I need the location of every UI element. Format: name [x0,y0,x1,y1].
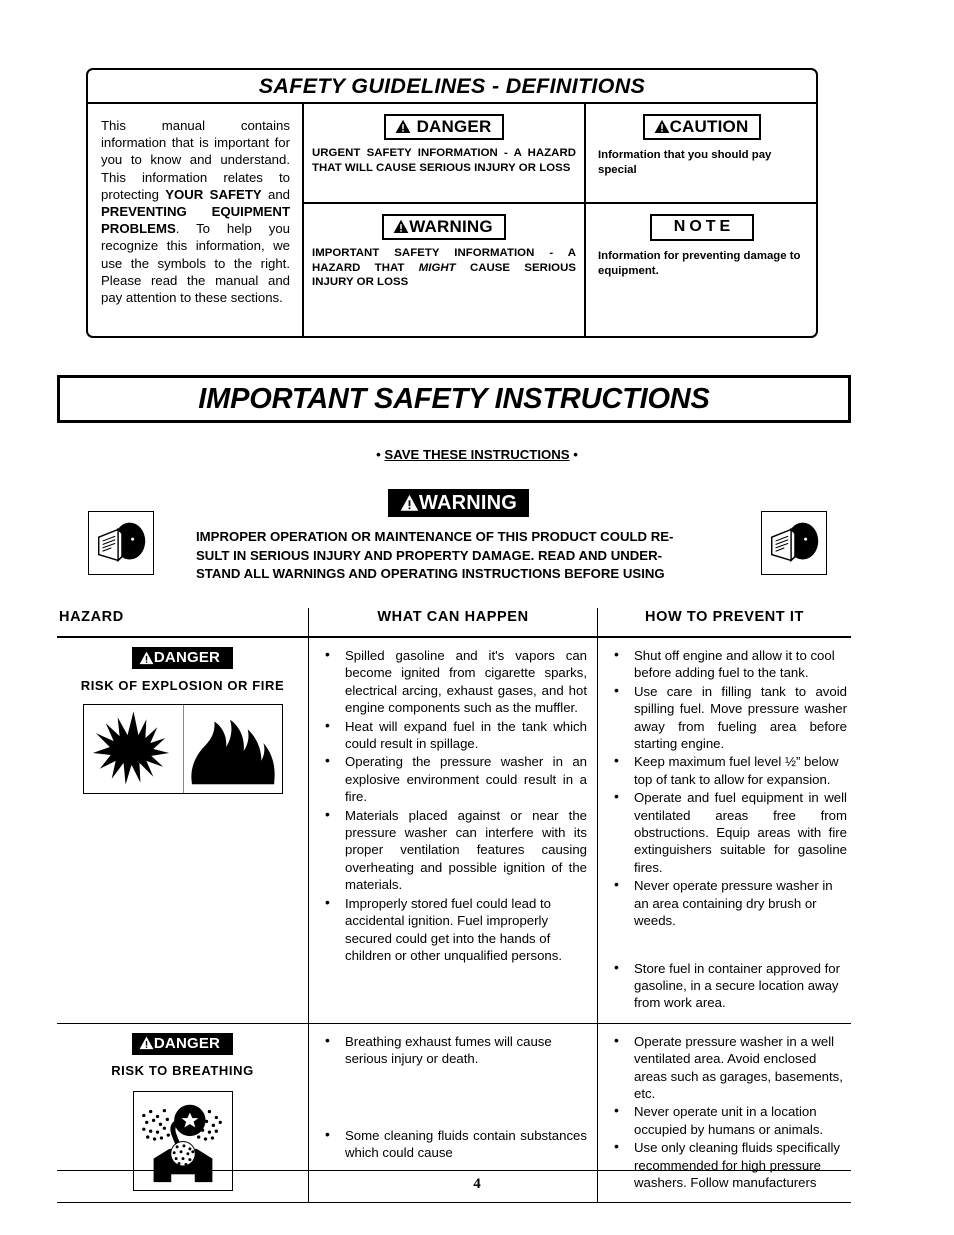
how-to-prevent-column-header: HOW TO PREVENT IT [597,608,851,636]
list-item: Operate pressure washer in a well ventil… [610,1032,847,1103]
guidelines-caution-note-column: CAUTION Information that you should pay … [586,104,816,338]
main-warning-badge-label: WARNING [418,492,518,514]
explosion-fire-icon-pair [82,703,283,794]
how-to-prevent-column-header-text: HOW TO PREVENT IT [645,609,804,625]
warning-triangle-icon [393,219,409,234]
important-safety-instructions-title: IMPORTANT SAFETY INSTRUCTIONS [198,382,710,415]
list-item: Spilled gasoline and it's vapors can bec… [321,646,587,717]
main-warning-line-1: IMPROPER OPERATION OR MAINTENANCE OF THI… [196,529,674,544]
warning-badge-row: WARNING [312,214,576,240]
hazard-cell-explosion-fire: DANGER RISK OF EXPLOSION OR FIRE [57,638,308,1023]
fire-icon [182,704,282,793]
list-spacer [610,931,847,959]
list-spacer [321,1098,587,1126]
intro-bold-your-safety: YOUR SAFETY [165,186,262,202]
danger-tag-label: DANGER [153,649,221,666]
warning-badge-label: WARNING [409,217,493,236]
danger-badge-label: DANGER [416,117,492,136]
guidelines-danger-cell: DANGER URGENT SAFETY INFORMATION - A HAZ… [304,104,584,204]
list-item: Store fuel in container approved for gas… [610,958,847,1012]
what-can-happen-list: Spilled gasoline and it's vapors can bec… [321,646,587,965]
read-manual-icon [761,511,827,575]
list-item: Heat will expand fuel in the tank which … [321,717,587,753]
hazard-table-header-row: HAZARD WHAT CAN HAPPEN HOW TO PREVENT IT [57,608,851,638]
list-item: Keep maximum fuel level ½” below top of … [610,752,847,788]
danger-tag: DANGER [131,647,234,669]
warning-triangle-icon [139,651,154,665]
caution-badge-label: CAUTION [669,117,749,136]
caution-badge: CAUTION [642,114,762,140]
list-item: Some cleaning fluids contain substances … [321,1126,587,1162]
guidelines-warning-cell: WARNING IMPORTANT SAFETY INFORMATION - A… [304,204,584,338]
warning-triangle-icon [400,494,419,512]
warning-triangle-icon [395,119,411,134]
safety-guidelines-title: SAFETY GUIDELINES - DEFINITIONS [88,70,816,104]
safety-guidelines-title-text: SAFETY GUIDELINES - DEFINITIONS [258,73,646,98]
save-these-instructions-line: • SAVE THESE INSTRUCTIONS • [0,447,954,462]
how-to-prevent-cell-explosion-fire: Shut off engine and allow it to cool bef… [597,638,851,1023]
guidelines-intro-column: This manual contains information that is… [88,104,304,338]
list-spacer [321,1069,587,1097]
what-can-happen-list: Breathing exhaust fumes will cause serio… [321,1032,587,1162]
read-manual-icon [88,511,154,575]
warning-triangle-icon [139,1036,154,1050]
list-item: Shut off engine and allow it to cool bef… [610,646,847,682]
list-item: Materials placed against or near the pre… [321,806,587,894]
table-row: DANGER RISK OF EXPLOSION OR FIRE • Spill… [57,638,851,1024]
warning-badge: WARNING [382,214,506,240]
hazard-column-header: HAZARD [57,608,308,636]
explosion-icon [84,705,183,793]
list-item: Never operate pressure washer in an area… [610,876,847,929]
hazard-label: RISK OF EXPLOSION OR FIRE [80,677,285,693]
danger-description: URGENT SAFETY INFORMATION - A HAZARD THA… [312,147,576,174]
hazard-label: RISK TO BREATHING [111,1063,254,1079]
how-to-prevent-list: Shut off engine and allow it to cool bef… [610,646,847,1012]
what-can-happen-cell-explosion-fire: Spilled gasoline and it's vapors can bec… [308,638,597,1023]
hazard-table: HAZARD WHAT CAN HAPPEN HOW TO PREVENT IT… [57,608,851,1204]
list-item: Operating the pressure washer in an expl… [321,752,587,805]
danger-badge-row: DANGER [312,114,576,140]
safety-guidelines-box: SAFETY GUIDELINES - DEFINITIONS This man… [86,68,818,338]
save-bullet-right: • [569,447,578,462]
how-to-prevent-list: Operate pressure washer in a well ventil… [610,1032,847,1192]
list-item: Improperly stored fuel could lead to acc… [321,894,587,965]
note-badge-row: NOTE [596,214,808,241]
danger-tag: DANGER [131,1032,234,1055]
footer-divider [57,1170,851,1171]
guidelines-danger-warning-column: DANGER URGENT SAFETY INFORMATION - A HAZ… [304,104,586,338]
main-warning-badge: WARNING [388,489,529,517]
intro-text-2: and [261,186,290,202]
important-safety-instructions-banner: IMPORTANT SAFETY INSTRUCTIONS [57,375,851,423]
what-can-happen-column-header-text: WHAT CAN HAPPEN [377,609,529,625]
caution-badge-row: CAUTION [596,114,808,140]
main-warning-line-3: STAND ALL WARNINGS AND OPERATING INSTRUC… [196,566,665,581]
danger-tag-label: DANGER [153,1034,221,1052]
list-item: Breathing exhaust fumes will cause serio… [321,1032,587,1068]
note-badge: NOTE [649,214,755,241]
main-warning-text: IMPROPER OPERATION OR MAINTENANCE OF THI… [196,528,724,584]
guidelines-intro-paragraph: This manual contains information that is… [101,117,290,306]
danger-badge: DANGER [383,114,505,140]
warning-triangle-icon [654,119,670,134]
hazard-column-header-text: HAZARD [59,609,124,625]
list-item: Use care in filling tank to avoid spilli… [610,682,847,753]
what-can-happen-column-header: WHAT CAN HAPPEN [308,608,597,636]
warning-description: IMPORTANT SAFETY INFORMATION - A HAZARD … [312,246,576,290]
guidelines-note-cell: NOTE Information for preventing damage t… [586,204,816,338]
list-item: Operate and fuel equipment in well venti… [610,788,847,876]
safety-guidelines-body: This manual contains information that is… [88,104,816,338]
note-description: Information for preventing damage to equ… [598,250,801,277]
list-item: Never operate unit in a location occupie… [610,1102,847,1138]
main-warning-line-2: SULT IN SERIOUS INJURY AND PROPERTY DAMA… [196,547,662,563]
warning-description-might: MIGHT [418,261,456,274]
page-number: 4 [473,1176,481,1192]
caution-description: Information that you should pay special [598,149,772,176]
guidelines-caution-cell: CAUTION Information that you should pay … [586,104,816,204]
save-these-instructions-text: SAVE THESE INSTRUCTIONS [384,447,570,462]
